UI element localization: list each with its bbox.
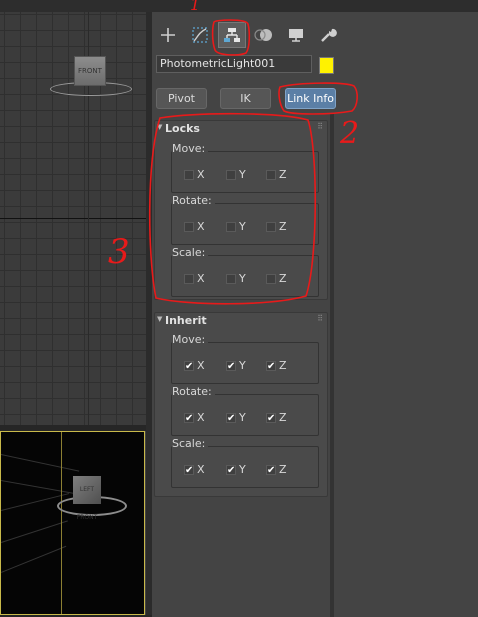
front-viewport[interactable]: FRONT bbox=[0, 12, 146, 425]
inherit-rotate-x-checkbox[interactable]: ✔ X bbox=[184, 411, 205, 424]
collapse-arrow-icon[interactable]: ▼ bbox=[157, 315, 162, 323]
link-info-button[interactable]: Link Info bbox=[285, 88, 336, 109]
grid-line bbox=[1, 545, 67, 573]
display-monitor-icon bbox=[289, 29, 303, 42]
locks-move-label: Move: bbox=[172, 142, 209, 155]
locks-scale-x-checkbox[interactable]: X bbox=[184, 272, 205, 285]
inherit-rollout-title[interactable]: Inherit bbox=[165, 314, 207, 327]
checkbox-box[interactable] bbox=[266, 169, 276, 180]
inherit-scale-x-checkbox[interactable]: ✔ X bbox=[184, 463, 205, 476]
checkbox-box[interactable] bbox=[184, 169, 194, 180]
object-name-field[interactable]: PhotometricLight001 bbox=[156, 55, 312, 73]
annotation-number-3: 3 bbox=[108, 232, 130, 272]
locks-rotate-x-checkbox[interactable]: X bbox=[184, 220, 205, 233]
locks-rollout: ▼ Locks ⠿ Move: X Y Z Rotate: X Y Z Scal… bbox=[154, 120, 328, 300]
inherit-scale-z-checkbox[interactable]: ✔ Z bbox=[266, 463, 287, 476]
hierarchy-icon bbox=[224, 28, 240, 42]
rollout-grip-icon[interactable]: ⠿ bbox=[317, 122, 323, 131]
collapse-arrow-icon[interactable]: ▼ bbox=[157, 123, 162, 131]
tab-create[interactable] bbox=[154, 22, 182, 48]
locks-scale-label: Scale: bbox=[172, 246, 209, 259]
locks-rotate-z-checkbox[interactable]: Z bbox=[266, 220, 287, 233]
locks-rotate-group: Rotate: X Y Z bbox=[171, 194, 319, 245]
checkbox-box[interactable] bbox=[266, 273, 276, 284]
annotation-number-1: 1 bbox=[190, 0, 201, 14]
annotation-number-2: 2 bbox=[340, 116, 360, 151]
checkmark-icon[interactable]: ✔ bbox=[184, 412, 194, 423]
locks-rotate-y-checkbox[interactable]: Y bbox=[226, 220, 246, 233]
viewcube-perspective[interactable]: LEFT FRONT bbox=[73, 476, 101, 521]
grid-line bbox=[1, 520, 68, 543]
checkbox-box[interactable] bbox=[226, 169, 236, 180]
checkbox-box[interactable] bbox=[184, 221, 194, 232]
inherit-scale-label: Scale: bbox=[172, 437, 209, 450]
locks-scale-group: Scale: X Y Z bbox=[171, 246, 319, 297]
tab-modify[interactable] bbox=[186, 22, 214, 48]
plus-icon bbox=[161, 28, 175, 42]
viewcube-label: LEFT FRONT bbox=[76, 486, 98, 521]
inherit-rotate-y-checkbox[interactable]: ✔ Y bbox=[226, 411, 246, 424]
checkmark-icon[interactable]: ✔ bbox=[226, 360, 236, 371]
grid-line bbox=[1, 454, 80, 472]
tab-hierarchy[interactable] bbox=[218, 22, 246, 48]
checkbox-box[interactable] bbox=[184, 273, 194, 284]
inherit-rotate-label: Rotate: bbox=[172, 385, 215, 398]
checkmark-icon[interactable]: ✔ bbox=[226, 464, 236, 475]
locks-move-x-checkbox[interactable]: X bbox=[184, 168, 205, 181]
perspective-viewport[interactable]: LEFT FRONT bbox=[0, 431, 145, 615]
viewport-axis-horizontal bbox=[0, 218, 146, 219]
tab-utilities[interactable] bbox=[314, 22, 342, 48]
inherit-scale-group: Scale: ✔ X ✔ Y ✔ Z bbox=[171, 437, 319, 488]
pivot-button[interactable]: Pivot bbox=[156, 88, 207, 109]
rollout-grip-icon[interactable]: ⠿ bbox=[317, 314, 323, 323]
inherit-move-z-checkbox[interactable]: ✔ Z bbox=[266, 359, 287, 372]
checkmark-icon[interactable]: ✔ bbox=[226, 412, 236, 423]
inherit-rollout: ▼ Inherit ⠿ Move: ✔ X ✔ Y ✔ Z Rotate: ✔ X ✔ Y… bbox=[154, 312, 328, 497]
locks-scale-z-checkbox[interactable]: Z bbox=[266, 272, 287, 285]
inherit-move-x-checkbox[interactable]: ✔ X bbox=[184, 359, 205, 372]
top-title-strip bbox=[0, 0, 478, 12]
tab-motion[interactable] bbox=[250, 22, 278, 48]
locks-rotate-label: Rotate: bbox=[172, 194, 215, 207]
locks-scale-y-checkbox[interactable]: Y bbox=[226, 272, 246, 285]
checkmark-icon[interactable]: ✔ bbox=[266, 412, 276, 423]
viewport-border-line bbox=[61, 432, 62, 614]
motion-icon bbox=[254, 29, 272, 41]
inherit-move-group: Move: ✔ X ✔ Y ✔ Z bbox=[171, 333, 319, 384]
checkmark-icon[interactable]: ✔ bbox=[184, 464, 194, 475]
checkmark-icon[interactable]: ✔ bbox=[184, 360, 194, 371]
inherit-scale-y-checkbox[interactable]: ✔ Y bbox=[226, 463, 246, 476]
checkbox-box[interactable] bbox=[226, 221, 236, 232]
viewcube-front[interactable]: FRONT bbox=[74, 56, 106, 86]
tab-display[interactable] bbox=[282, 22, 310, 48]
locks-rollout-title[interactable]: Locks bbox=[165, 122, 200, 135]
checkmark-icon[interactable]: ✔ bbox=[266, 464, 276, 475]
checkbox-box[interactable] bbox=[226, 273, 236, 284]
checkmark-icon[interactable]: ✔ bbox=[266, 360, 276, 371]
checkbox-box[interactable] bbox=[266, 221, 276, 232]
inherit-rotate-z-checkbox[interactable]: ✔ Z bbox=[266, 411, 287, 424]
locks-move-group: Move: X Y Z bbox=[171, 142, 319, 193]
inherit-move-y-checkbox[interactable]: ✔ Y bbox=[226, 359, 246, 372]
inherit-rotate-group: Rotate: ✔ X ✔ Y ✔ Z bbox=[171, 385, 319, 436]
viewcube-label: FRONT bbox=[78, 67, 102, 75]
ik-button[interactable]: IK bbox=[220, 88, 271, 109]
command-panel: PhotometricLight001 Pivot IK Link Info ▼… bbox=[152, 14, 478, 617]
locks-move-z-checkbox[interactable]: Z bbox=[266, 168, 287, 181]
wrench-icon bbox=[321, 28, 337, 42]
object-color-swatch[interactable] bbox=[319, 57, 334, 74]
panel-scrollbar[interactable] bbox=[330, 114, 334, 617]
modify-curve-icon bbox=[192, 27, 208, 43]
locks-move-y-checkbox[interactable]: Y bbox=[226, 168, 246, 181]
inherit-move-label: Move: bbox=[172, 333, 209, 346]
